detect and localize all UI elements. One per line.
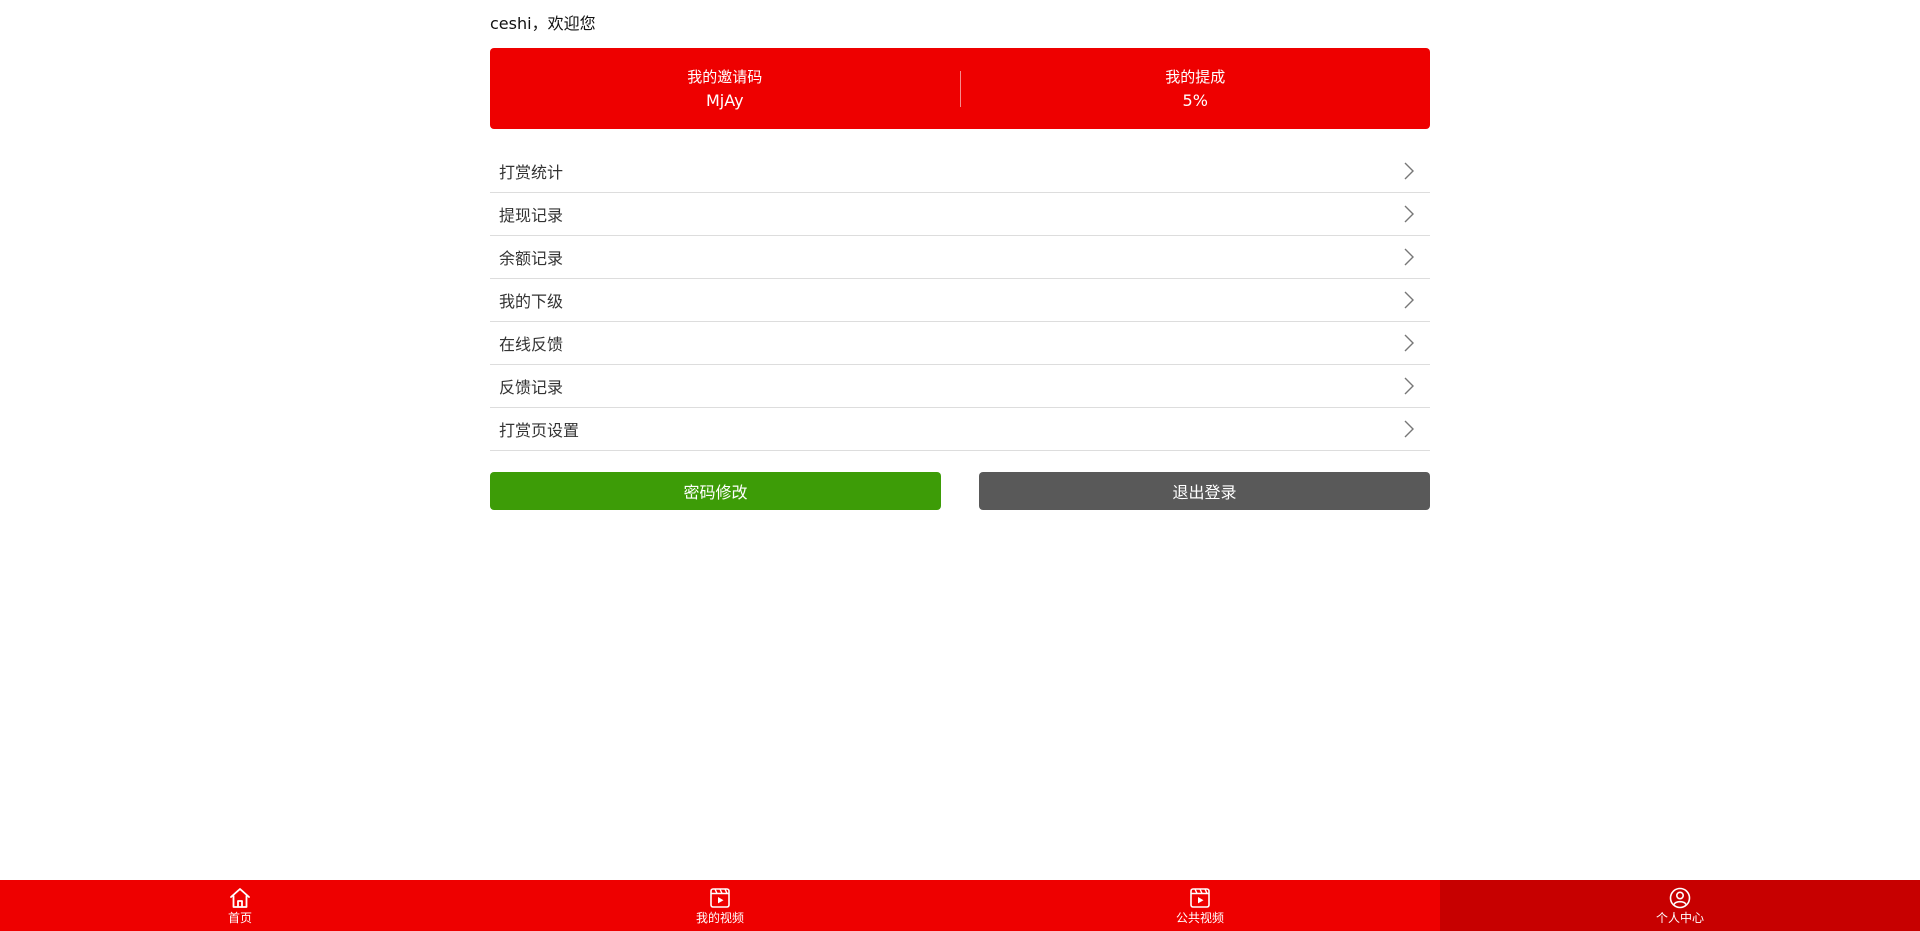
menu-item-reward-page-settings[interactable]: 打赏页设置 — [490, 408, 1430, 451]
chevron-right-icon — [1400, 289, 1418, 311]
chevron-right-icon — [1400, 246, 1418, 268]
chevron-right-icon — [1400, 418, 1418, 440]
tab-personal-center[interactable]: 个人中心 — [1440, 880, 1920, 931]
menu-item-label: 在线反馈 — [499, 335, 564, 354]
menu-item-feedback-records[interactable]: 反馈记录 — [490, 365, 1430, 408]
menu-item-withdraw-records[interactable]: 提现记录 — [490, 193, 1430, 236]
tab-public-videos[interactable]: 公共视频 — [960, 880, 1440, 931]
commission-value: 5% — [1182, 90, 1208, 110]
video-icon — [708, 886, 732, 910]
logout-button[interactable]: 退出登录 — [979, 472, 1430, 510]
page: ceshi，欢迎您 我的邀请码 MjAy 我的提成 5% 打赏统计 提现记录 余… — [0, 0, 1920, 931]
menu-item-reward-stats[interactable]: 打赏统计 — [490, 150, 1430, 193]
menu-item-label: 反馈记录 — [499, 378, 564, 397]
invite-code-value: MjAy — [705, 90, 744, 110]
welcome-text: ceshi，欢迎您 — [490, 14, 596, 33]
tab-label: 我的视频 — [695, 911, 744, 925]
tab-label: 个人中心 — [1655, 911, 1704, 925]
change-password-button[interactable]: 密码修改 — [490, 472, 941, 510]
tab-label: 公共视频 — [1175, 911, 1224, 925]
tab-label: 首页 — [227, 911, 252, 925]
main-content: ceshi，欢迎您 我的邀请码 MjAy 我的提成 5% 打赏统计 提现记录 余… — [490, 0, 1430, 510]
video-icon — [1188, 886, 1212, 910]
chevron-right-icon — [1400, 375, 1418, 397]
menu-item-online-feedback[interactable]: 在线反馈 — [490, 322, 1430, 365]
commission-stat: 我的提成 5% — [961, 66, 1431, 112]
menu-item-label: 提现记录 — [499, 206, 564, 225]
bottom-tab-bar: 首页 我的视频 公共视频 个人中心 — [0, 880, 1920, 931]
menu-item-label: 我的下级 — [499, 292, 564, 311]
invite-code-label: 我的邀请码 — [687, 67, 763, 86]
menu-item-label: 打赏统计 — [499, 163, 564, 182]
invite-code-stat: 我的邀请码 MjAy — [490, 66, 960, 112]
menu-item-label: 余额记录 — [499, 249, 564, 268]
menu-item-my-subordinates[interactable]: 我的下级 — [490, 279, 1430, 322]
tab-my-videos[interactable]: 我的视频 — [480, 880, 960, 931]
menu-item-balance-records[interactable]: 余额记录 — [490, 236, 1430, 279]
user-icon — [1668, 886, 1692, 910]
home-icon — [228, 886, 252, 910]
menu-item-label: 打赏页设置 — [499, 421, 580, 440]
menu-list: 打赏统计 提现记录 余额记录 我的下级 在线反馈 反馈记录 打赏页设置 — [490, 150, 1430, 451]
stats-card: 我的邀请码 MjAy 我的提成 5% — [490, 48, 1430, 129]
chevron-right-icon — [1400, 332, 1418, 354]
chevron-right-icon — [1400, 160, 1418, 182]
chevron-right-icon — [1400, 203, 1418, 225]
tab-home[interactable]: 首页 — [0, 880, 480, 931]
action-buttons: 密码修改 退出登录 — [490, 472, 1430, 510]
commission-label: 我的提成 — [1165, 67, 1226, 86]
